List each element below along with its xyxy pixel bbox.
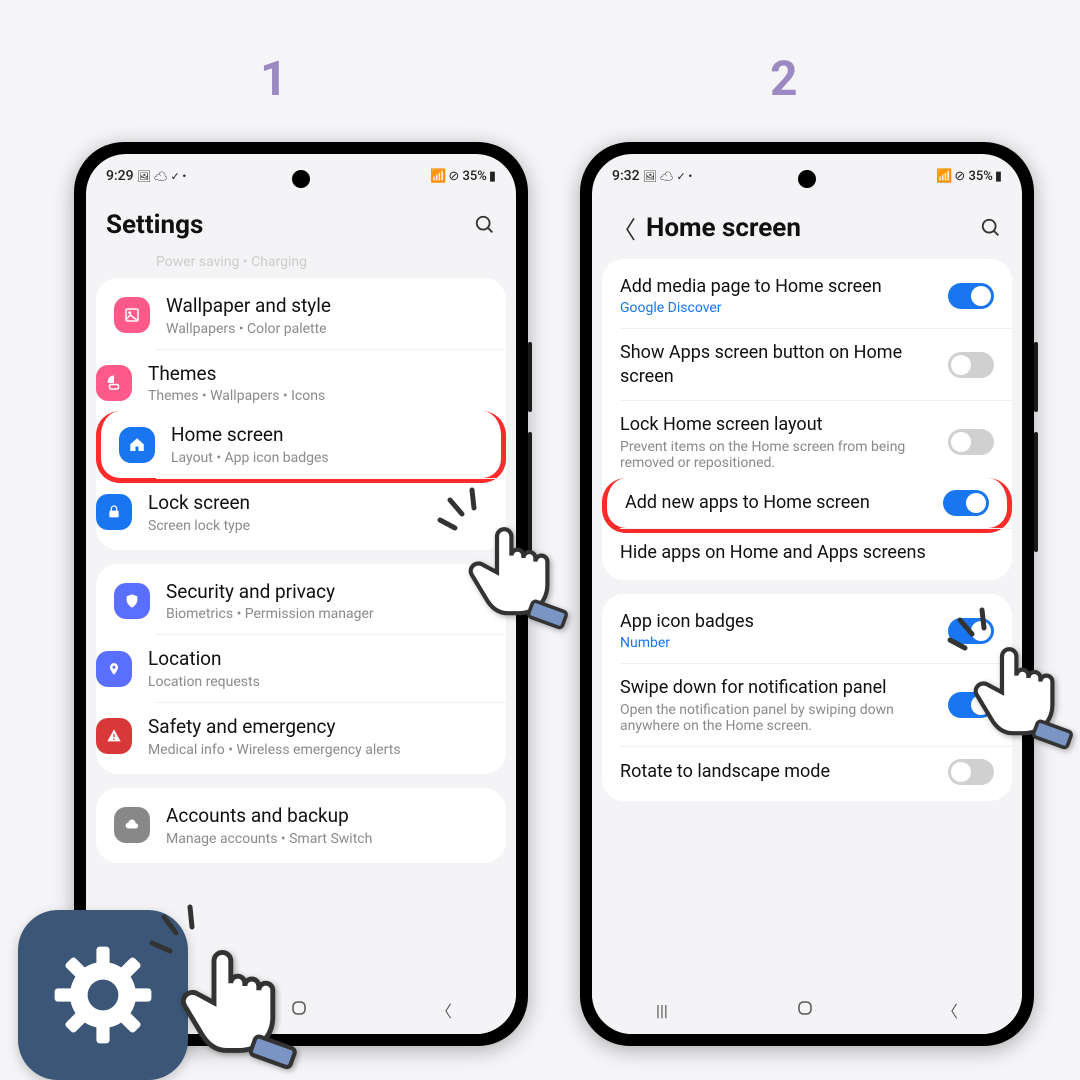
row-media-page[interactable]: Add media page to Home screenGoogle Disc…: [602, 263, 1012, 328]
row-swipe-panel[interactable]: Swipe down for notification panelOpen th…: [620, 663, 1012, 745]
tap-spark-icon: [940, 600, 1010, 670]
truncated-row: Power saving • Charging: [96, 254, 506, 278]
step-number-1: 1: [260, 50, 288, 107]
location-icon: [96, 651, 132, 687]
nav-home[interactable]: [796, 999, 814, 1021]
row-hide-apps[interactable]: Hide apps on Home and Apps screens: [620, 528, 1012, 576]
front-camera: [292, 170, 310, 188]
row-add-new-apps[interactable]: Add new apps to Home screen: [602, 478, 1012, 533]
tap-spark-icon: [140, 895, 220, 975]
search-icon[interactable]: [980, 217, 1002, 239]
row-lock-layout[interactable]: Lock Home screen layoutPrevent items on …: [620, 400, 1012, 482]
toggle-rotate[interactable]: [948, 759, 994, 785]
emergency-icon: [96, 718, 132, 754]
page-header: 〈 Home screen: [592, 190, 1022, 259]
nav-recents[interactable]: |||: [656, 1001, 668, 1020]
toggle-swipe-panel[interactable]: [948, 692, 994, 718]
page-title: Home screen: [646, 213, 970, 243]
phone-frame-2: 9:32 🖼 ☁ ✓ • 📶⊘ 35%▮ 〈 Home screen Add m…: [580, 142, 1034, 1046]
nav-back[interactable]: 〈: [942, 998, 958, 1022]
lock-icon: [96, 494, 132, 530]
step-number-2: 2: [770, 50, 798, 107]
wallpaper-icon: [114, 297, 150, 333]
settings-card-accounts: Accounts and backupManage accounts • Sma…: [96, 788, 506, 863]
settings-card-security: Security and privacyBiometrics • Permiss…: [96, 564, 506, 774]
row-rotate[interactable]: Rotate to landscape mode: [620, 746, 1012, 797]
row-themes[interactable]: ThemesThemes • Wallpapers • Icons: [156, 349, 506, 417]
toggle-add-new-apps[interactable]: [943, 490, 989, 516]
front-camera: [798, 170, 816, 188]
row-wallpaper[interactable]: Wallpaper and styleWallpapers • Color pa…: [96, 282, 506, 349]
tap-spark-icon: [430, 480, 500, 550]
row-security[interactable]: Security and privacyBiometrics • Permiss…: [96, 568, 506, 635]
navigation-bar: ||| 〈: [592, 986, 1022, 1034]
page-title: Settings: [106, 210, 464, 240]
row-location[interactable]: LocationLocation requests: [156, 634, 506, 702]
row-home-screen[interactable]: Home screenLayout • App icon badges: [96, 411, 506, 483]
themes-icon: [96, 365, 132, 401]
page-header: Settings: [86, 190, 516, 254]
toggle-apps-button[interactable]: [948, 352, 994, 378]
search-icon[interactable]: [474, 214, 496, 236]
back-button[interactable]: 〈: [612, 210, 636, 245]
cloud-icon: [114, 807, 150, 843]
home-icon: [119, 427, 155, 463]
toggle-media-page[interactable]: [948, 283, 994, 309]
row-apps-button[interactable]: Show Apps screen button on Home screen: [620, 328, 1012, 400]
row-accounts[interactable]: Accounts and backupManage accounts • Sma…: [96, 792, 506, 859]
nav-home[interactable]: [290, 999, 308, 1021]
toggle-lock-layout[interactable]: [948, 429, 994, 455]
nav-back[interactable]: 〈: [436, 998, 452, 1022]
home-settings-card-1: Add media page to Home screenGoogle Disc…: [602, 259, 1012, 580]
shield-icon: [114, 583, 150, 619]
row-safety[interactable]: Safety and emergencyMedical info • Wirel…: [156, 702, 506, 770]
